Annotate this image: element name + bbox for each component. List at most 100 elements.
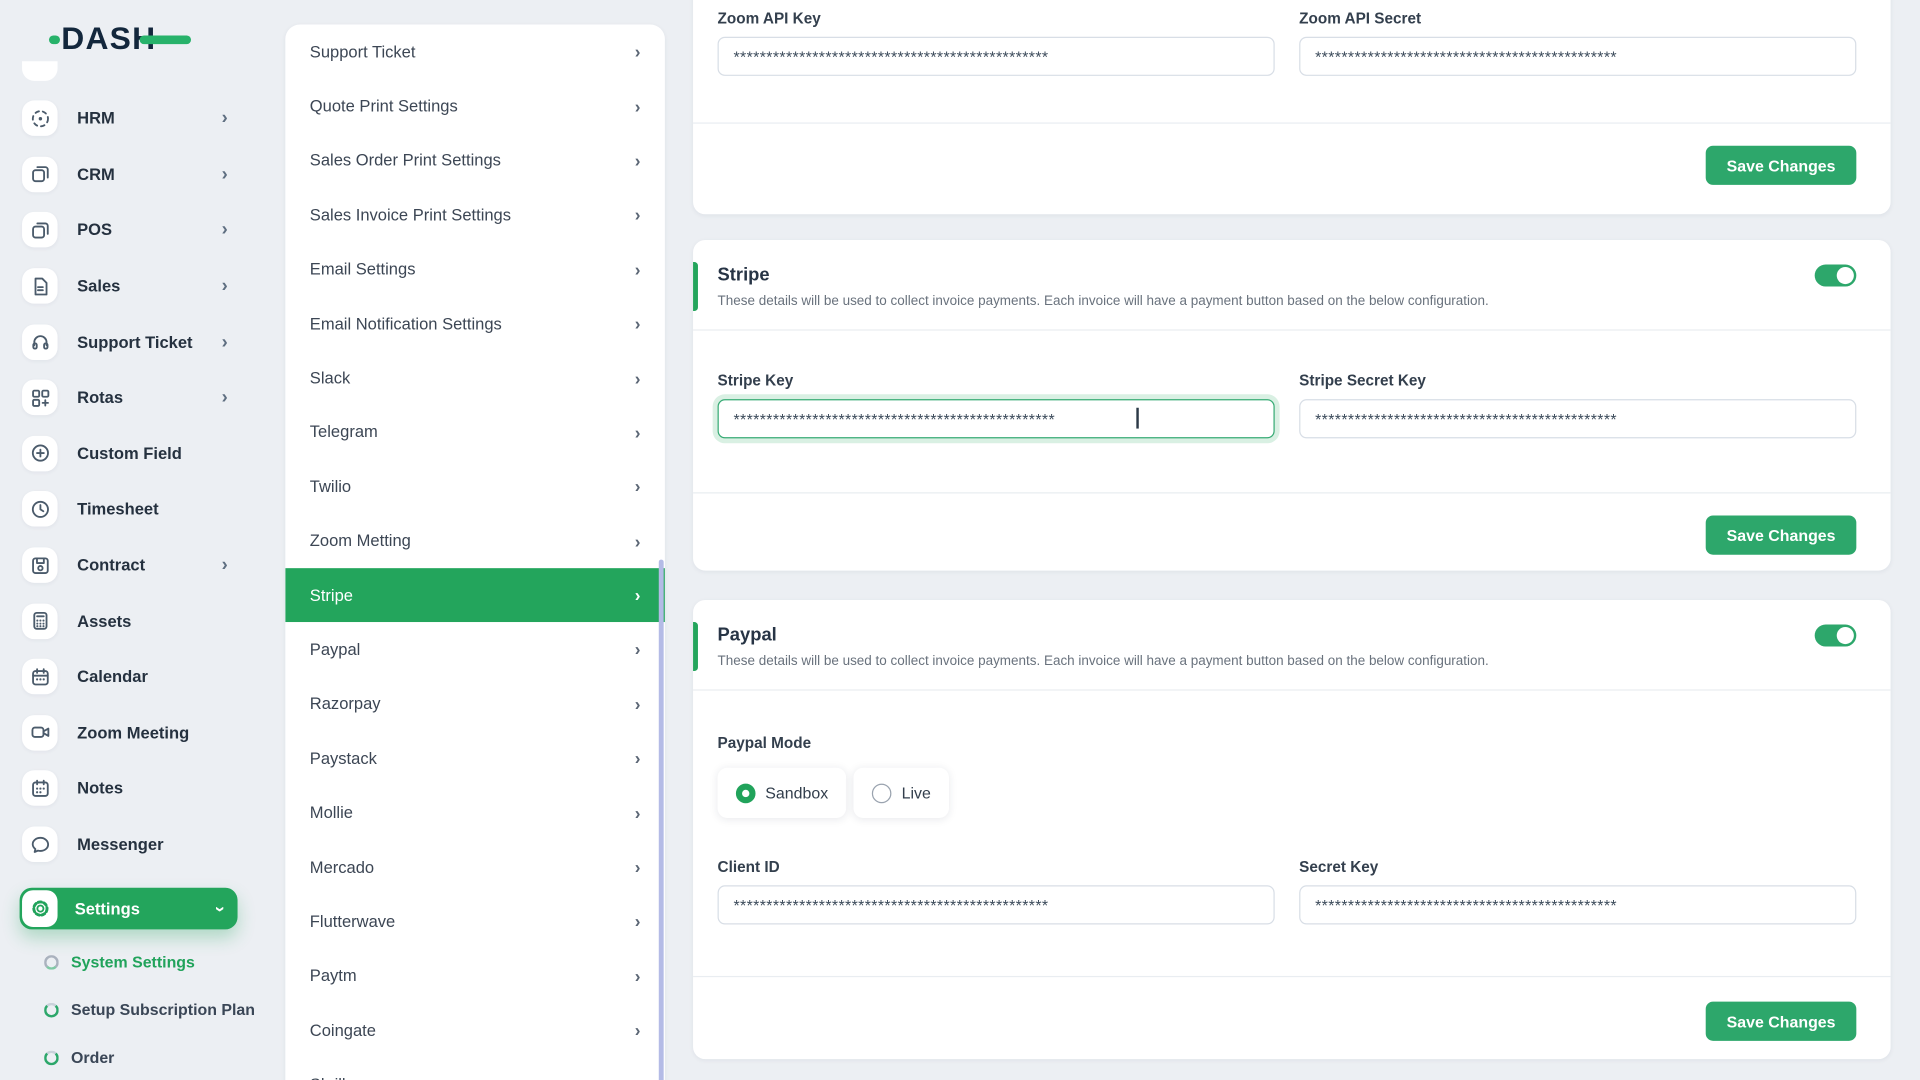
settings-menu-item-paytm[interactable]: Paytm › bbox=[285, 949, 665, 1003]
green-accent-bar bbox=[693, 622, 698, 672]
chevron-right-icon: › bbox=[221, 163, 228, 185]
settings-menu-item-slack[interactable]: Slack › bbox=[285, 351, 665, 405]
toggle-knob bbox=[1836, 626, 1854, 645]
chevron-right-icon: › bbox=[635, 1076, 641, 1080]
video-camera-icon bbox=[22, 714, 58, 751]
field-label: Zoom API Key bbox=[717, 9, 821, 27]
chevron-right-icon: › bbox=[634, 96, 641, 116]
chevron-down-icon: › bbox=[209, 905, 231, 912]
card-description: These details will be used to collect in… bbox=[717, 293, 1489, 309]
field-label: Stripe Key bbox=[717, 372, 794, 390]
clock-icon bbox=[22, 491, 58, 528]
settings-menu-panel: Support Ticket › Quote Print Settings › Sa… bbox=[285, 24, 665, 1080]
sidebar-item-timesheet[interactable]: Timesheet bbox=[0, 481, 257, 537]
settings-menu-item-mollie[interactable]: Mollie › bbox=[285, 785, 665, 839]
settings-menu-item-sales-order-print-settings[interactable]: Sales Order Print Settings › bbox=[285, 133, 665, 187]
sidebar-item-pos[interactable]: POS › bbox=[0, 202, 257, 258]
chevron-right-icon: › bbox=[634, 639, 641, 660]
settings-menu-item-flutterwave[interactable]: Flutterwave › bbox=[285, 894, 665, 948]
sidebar-item-settings-active[interactable]: Settings › bbox=[19, 887, 238, 930]
settings-menu-item-twilio[interactable]: Twilio › bbox=[285, 459, 665, 513]
settings-menu-item-mercado[interactable]: Mercado › bbox=[285, 840, 665, 894]
grid-plus-icon bbox=[22, 379, 58, 416]
sandbox-mode-option[interactable]: Sandbox bbox=[717, 767, 847, 818]
sidebar-item-label: Timesheet bbox=[77, 500, 159, 519]
chevron-right-icon: › bbox=[634, 965, 641, 986]
save-changes-button[interactable]: Save Changes bbox=[1705, 515, 1857, 555]
submenu-item-setup-subscription-plan[interactable]: Setup Subscription Plan bbox=[0, 986, 257, 1034]
chevron-right-icon: › bbox=[221, 219, 228, 241]
sidebar-item-label: HRM bbox=[77, 109, 115, 128]
settings-menu-item-telegram[interactable]: Telegram › bbox=[285, 405, 665, 459]
hrm-icon bbox=[22, 100, 58, 137]
settings-menu-item-zoom-metting[interactable]: Zoom Metting › bbox=[285, 514, 665, 568]
stripe-secret-key-field: Stripe Secret Key bbox=[1299, 372, 1857, 439]
sidebar-item-label: Sales bbox=[77, 276, 121, 296]
sidebar-item-notes[interactable]: Notes bbox=[0, 761, 257, 817]
chevron-right-icon: › bbox=[221, 554, 228, 576]
paypal-mode-options: Sandbox Live bbox=[717, 767, 1857, 818]
save-changes-button[interactable]: Save Changes bbox=[1705, 1001, 1857, 1041]
sidebar-item-label: POS bbox=[77, 221, 113, 240]
chat-bubble-icon bbox=[22, 826, 58, 863]
settings-menu-item-email-settings[interactable]: Email Settings › bbox=[285, 242, 665, 296]
sidebar-item-label: Contract bbox=[77, 555, 146, 575]
save-changes-button[interactable]: Save Changes bbox=[1705, 145, 1857, 185]
sidebar-item-custom-field[interactable]: Custom Field bbox=[0, 426, 257, 482]
bullet-icon bbox=[44, 1050, 59, 1065]
sidebar-item-label: Assets bbox=[77, 611, 132, 631]
sidebar-item-crm[interactable]: CRM › bbox=[0, 146, 257, 202]
settings-menu-scrollbar[interactable] bbox=[658, 559, 664, 1080]
brand-logo[interactable]: DASH bbox=[48, 20, 192, 56]
app-window: DASH HRM › CRM › POS › Sales › Support T… bbox=[0, 0, 1920, 1080]
chevron-right-icon: › bbox=[221, 275, 228, 297]
sidebar-item-contract[interactable]: Contract › bbox=[0, 537, 257, 593]
paypal-enabled-toggle[interactable] bbox=[1814, 624, 1857, 647]
secret-key-input[interactable] bbox=[1299, 885, 1857, 925]
chevron-right-icon: › bbox=[634, 1020, 641, 1040]
field-label: Zoom API Secret bbox=[1299, 9, 1422, 27]
zoom-api-secret-field: Zoom API Secret bbox=[1299, 9, 1857, 76]
zoom-api-key-field: Zoom API Key bbox=[717, 9, 1275, 76]
chevron-right-icon: › bbox=[634, 857, 641, 877]
submenu-item-system-settings[interactable]: System Settings bbox=[0, 938, 257, 986]
chevron-right-icon: › bbox=[634, 367, 641, 388]
sidebar-item-messenger[interactable]: Messenger bbox=[0, 816, 257, 872]
zoom-api-secret-input[interactable] bbox=[1299, 36, 1857, 76]
sidebar-item-zoom-meeting[interactable]: Zoom Meeting bbox=[0, 705, 257, 761]
settings-menu-item-sales-invoice-print-settings[interactable]: Sales Invoice Print Settings › bbox=[285, 188, 665, 242]
sidebar-item-sales[interactable]: Sales › bbox=[0, 258, 257, 314]
sidebar-item-assets[interactable]: Assets bbox=[0, 593, 257, 649]
paypal-settings-card: Paypal These details will be used to col… bbox=[693, 600, 1891, 1060]
stripe-secret-key-input[interactable] bbox=[1299, 399, 1857, 439]
settings-menu-item-support-ticket[interactable]: Support Ticket › bbox=[285, 24, 665, 78]
sidebar-item-label: Custom Field bbox=[77, 444, 182, 463]
settings-menu-item-razorpay[interactable]: Razorpay › bbox=[285, 677, 665, 731]
settings-menu-item-coingate[interactable]: Coingate › bbox=[285, 1003, 665, 1057]
live-mode-option[interactable]: Live bbox=[853, 767, 950, 818]
sidebar-item-label: Messenger bbox=[77, 835, 164, 854]
stripe-enabled-toggle[interactable] bbox=[1814, 264, 1857, 287]
chevron-right-icon: › bbox=[634, 694, 641, 714]
settings-menu-item-paystack[interactable]: Paystack › bbox=[285, 731, 665, 785]
chevron-right-icon: › bbox=[634, 531, 641, 551]
settings-menu-item-paypal[interactable]: Paypal › bbox=[285, 622, 665, 676]
sidebar-item-calendar[interactable]: Calendar bbox=[0, 649, 257, 705]
settings-menu-item-stripe-selected[interactable]: Stripe › bbox=[285, 568, 665, 623]
client-id-input[interactable] bbox=[717, 885, 1275, 925]
toggle-knob bbox=[1836, 266, 1854, 285]
zoom-api-key-input[interactable] bbox=[717, 36, 1275, 76]
sidebar-item-support-ticket[interactable]: Support Ticket › bbox=[0, 314, 257, 370]
settings-menu-item-skrill[interactable]: Skrill› bbox=[285, 1057, 665, 1080]
sidebar-item-hrm[interactable]: HRM › bbox=[0, 91, 257, 147]
save-file-icon bbox=[22, 547, 58, 583]
sidebar-item-rotas[interactable]: Rotas › bbox=[0, 370, 257, 426]
field-label: Secret Key bbox=[1299, 858, 1379, 876]
pos-icon bbox=[22, 212, 58, 248]
settings-menu-item-email-notification-settings[interactable]: Email Notification Settings › bbox=[285, 296, 665, 350]
settings-menu-item-quote-print-settings[interactable]: Quote Print Settings › bbox=[285, 79, 665, 133]
sidebar-item-label: Rotas bbox=[77, 388, 124, 407]
submenu-item-order[interactable]: Order bbox=[0, 1033, 257, 1080]
chevron-right-icon: › bbox=[634, 802, 641, 823]
stripe-key-input[interactable] bbox=[717, 399, 1275, 439]
